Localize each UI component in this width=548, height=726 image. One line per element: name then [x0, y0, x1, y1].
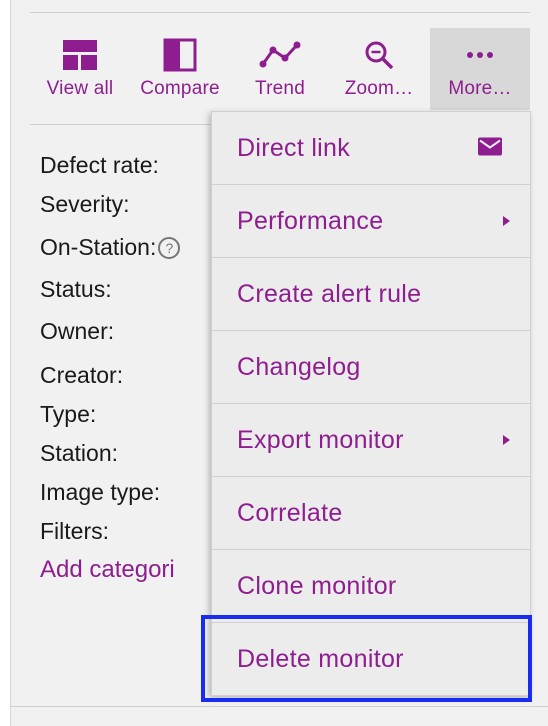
- view-all-label: View all: [46, 78, 114, 99]
- menu-item-label: Direct link: [237, 133, 351, 162]
- selection-highlight: [201, 615, 532, 702]
- menu-item-direct-link[interactable]: Direct link: [212, 112, 530, 185]
- menu-item-create-alert-rule[interactable]: Create alert rule: [212, 258, 530, 331]
- more-button[interactable]: More…: [430, 28, 530, 110]
- bottom-divider: [10, 706, 548, 707]
- submenu-arrow-icon: [503, 435, 510, 445]
- more-icon: [466, 38, 494, 72]
- trend-label: Trend: [255, 78, 305, 99]
- menu-item-changelog[interactable]: Changelog: [212, 331, 530, 404]
- on-station-label: On-Station:: [40, 234, 157, 260]
- compare-button[interactable]: Compare: [134, 28, 226, 110]
- menu-item-label: Clone monitor: [237, 571, 397, 600]
- menu-item-label: Export monitor: [237, 425, 404, 454]
- compare-label: Compare: [140, 78, 220, 99]
- view-all-icon: [63, 38, 97, 72]
- menu-item-correlate[interactable]: Correlate: [212, 477, 530, 550]
- more-label: More…: [448, 78, 512, 99]
- top-divider: [30, 12, 530, 13]
- trend-icon: [259, 38, 301, 72]
- menu-item-label: Changelog: [237, 352, 361, 381]
- menu-item-label: Create alert rule: [237, 279, 422, 308]
- zoom-button[interactable]: Zoom…: [340, 28, 418, 110]
- add-category-link[interactable]: Add categori: [40, 556, 175, 584]
- menu-item-clone-monitor[interactable]: Clone monitor: [212, 550, 530, 623]
- envelope-icon: [478, 134, 502, 163]
- more-menu: Direct link Performance Create alert rul…: [211, 111, 531, 696]
- filters-label: Filters:: [40, 518, 109, 544]
- help-icon[interactable]: ?: [158, 237, 181, 259]
- trend-button[interactable]: Trend: [244, 28, 316, 110]
- menu-item-performance[interactable]: Performance: [212, 185, 530, 258]
- submenu-arrow-icon: [503, 216, 510, 226]
- status-label: Status:: [40, 276, 112, 302]
- owner-label: Owner:: [40, 318, 115, 344]
- menu-item-label: Performance: [237, 206, 384, 235]
- compare-icon: [163, 38, 197, 72]
- on-station-row: On-Station:?: [40, 234, 181, 261]
- menu-item-export-monitor[interactable]: Export monitor: [212, 404, 530, 477]
- image-type-label: Image type:: [40, 479, 161, 505]
- defect-rate-label: Defect rate:: [40, 152, 159, 178]
- severity-label: Severity:: [40, 191, 130, 217]
- creator-label: Creator:: [40, 362, 124, 388]
- zoom-icon: [363, 38, 395, 72]
- view-all-button[interactable]: View all: [38, 28, 122, 110]
- left-panel-border: [0, 0, 11, 726]
- type-label: Type:: [40, 401, 97, 427]
- zoom-label: Zoom…: [344, 78, 414, 99]
- menu-item-label: Correlate: [237, 498, 343, 527]
- station-label: Station:: [40, 440, 118, 466]
- toolbar-divider: [30, 124, 210, 125]
